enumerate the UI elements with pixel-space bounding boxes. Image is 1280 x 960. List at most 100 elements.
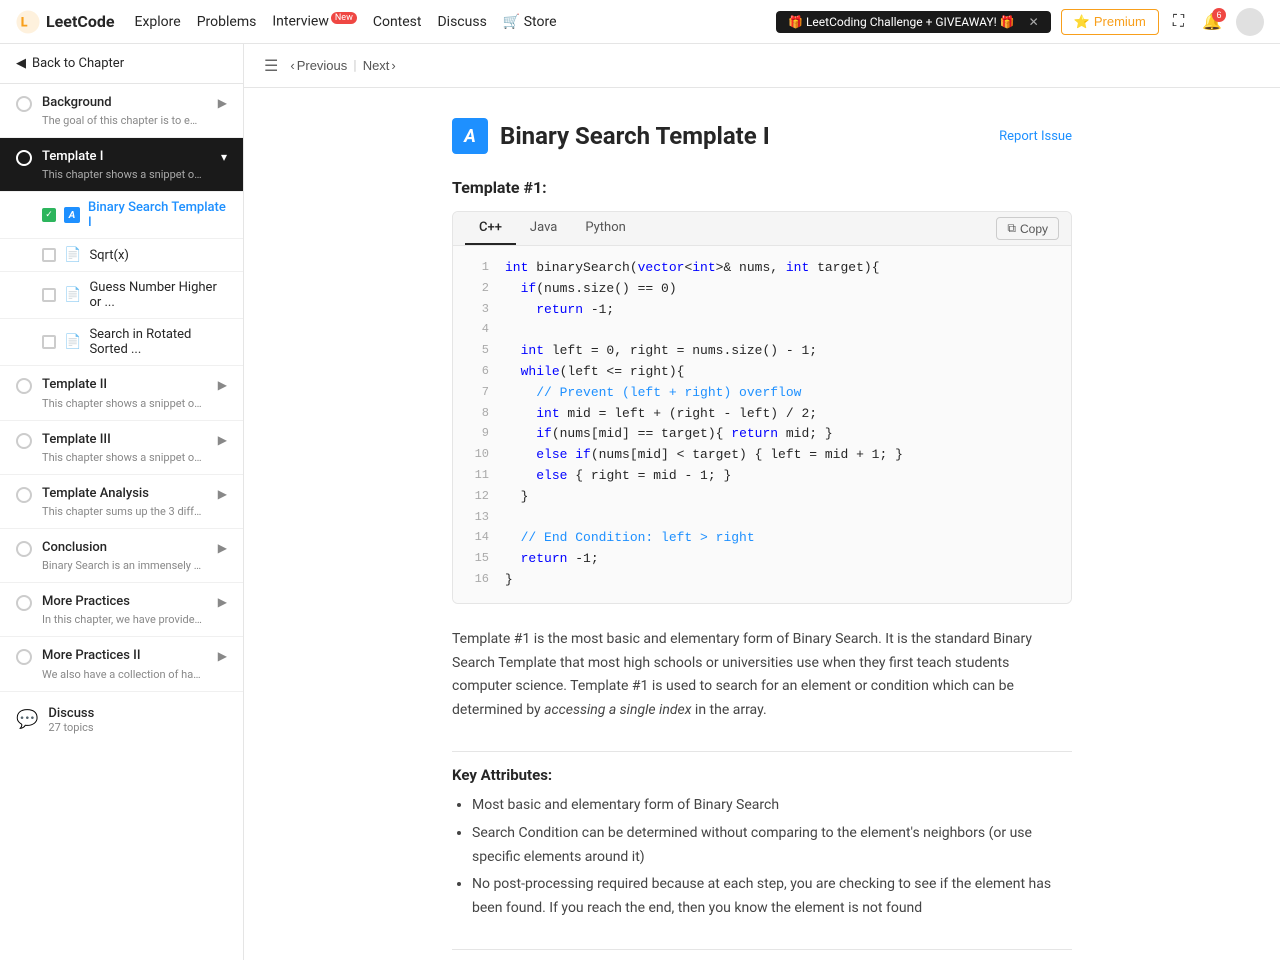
sidebar-item-background[interactable]: Background The goal of this chapter is t… <box>0 84 243 138</box>
hamburger-icon[interactable]: ☰ <box>264 56 278 75</box>
sidebar-item-analysis[interactable]: Template Analysis This chapter sums up t… <box>0 475 243 529</box>
code-editor: 1 int binarySearch(vector<int>& nums, in… <box>453 246 1071 603</box>
leetcode-logo-icon: L <box>16 10 40 34</box>
template1-content: Template I This chapter shows a snippet … <box>42 148 211 181</box>
logo-text: LeetCode <box>46 12 115 31</box>
sidebar-item-practices[interactable]: More Practices In this chapter, we have … <box>0 583 243 637</box>
background-expand-icon: ▶ <box>218 96 227 110</box>
practices2-expand-icon: ▶ <box>218 649 227 663</box>
guess-number-label: Guess Number Higher or ... <box>89 280 227 310</box>
template1-expand-icon: ▾ <box>221 150 227 164</box>
nav-problems[interactable]: Problems <box>197 14 257 30</box>
code-line-9: 9 if(nums[mid] == target){ return mid; } <box>453 424 1071 445</box>
back-to-chapter-button[interactable]: ◀ Back to Chapter <box>0 44 243 84</box>
practices2-content: More Practices II We also have a collect… <box>42 647 208 680</box>
background-subtitle: The goal of this chapter is to ex... <box>42 114 202 127</box>
nav-store[interactable]: 🛒 Store <box>503 14 557 30</box>
nav-contest[interactable]: Contest <box>373 14 422 30</box>
fullscreen-button[interactable]: ⛶ <box>1169 9 1188 35</box>
logo[interactable]: L LeetCode <box>16 10 115 34</box>
search-rotated-doc-icon: 📄 <box>64 334 81 350</box>
sqrt-label: Sqrt(x) <box>89 248 129 263</box>
code-line-3: 3 return -1; <box>453 300 1071 321</box>
nav-divider: | <box>353 58 356 74</box>
analysis-check-icon <box>16 487 32 503</box>
practices2-subtitle: We also have a collection of han... <box>42 668 202 681</box>
analysis-expand-icon: ▶ <box>218 487 227 501</box>
sqrt-doc-icon: 📄 <box>64 247 81 263</box>
notification-badge: 6 <box>1212 8 1226 22</box>
code-line-7: 7 // Prevent (left + right) overflow <box>453 383 1071 404</box>
template2-check-icon <box>16 378 32 394</box>
distinguishing-syntax-section: Distinguishing Syntax: Initial Condition… <box>452 949 1072 960</box>
back-arrow-icon: ◀ <box>16 56 26 71</box>
tab-cpp[interactable]: C++ <box>465 212 516 245</box>
challenge-close-icon[interactable]: ✕ <box>1029 15 1039 29</box>
template2-title: Template II <box>42 376 208 394</box>
code-line-16: 16 } <box>453 570 1071 591</box>
code-line-11: 11 else { right = mid - 1; } <box>453 466 1071 487</box>
previous-button[interactable]: ‹ Previous <box>290 58 347 73</box>
key-attributes-list: Most basic and elementary form of Binary… <box>452 794 1072 921</box>
tab-java[interactable]: Java <box>516 212 571 245</box>
code-line-10: 10 else if(nums[mid] < target) { left = … <box>453 445 1071 466</box>
sub-item-search-rotated[interactable]: 📄 Search in Rotated Sorted ... <box>0 319 243 366</box>
chevron-right-icon: › <box>391 58 395 73</box>
binary-search-a-icon: A <box>64 207 80 223</box>
practices2-title: More Practices II <box>42 647 208 665</box>
sidebar-item-template1[interactable]: Template I This chapter shows a snippet … <box>0 138 243 192</box>
practices-subtitle: In this chapter, we have provided... <box>42 613 202 626</box>
practices2-check-icon <box>16 649 32 665</box>
conclusion-title: Conclusion <box>42 539 208 557</box>
practices-content: More Practices In this chapter, we have … <box>42 593 208 626</box>
practices-check-icon <box>16 595 32 611</box>
page-title-wrap: A Binary Search Template I <box>452 118 770 154</box>
attr-item-3: No post-processing required because at e… <box>472 873 1072 921</box>
sub-item-guess-number[interactable]: 📄 Guess Number Higher or ... <box>0 272 243 319</box>
nav-interview[interactable]: InterviewNew <box>272 13 357 30</box>
challenge-banner[interactable]: 🎁 LeetCoding Challenge + GIVEAWAY! 🎁 ✕ <box>776 11 1051 33</box>
code-line-8: 8 int mid = left + (right - left) / 2; <box>453 404 1071 425</box>
attr-item-2: Search Condition can be determined witho… <box>472 822 1072 870</box>
template2-subtitle: This chapter shows a snippet of... <box>42 397 202 410</box>
notifications-button[interactable]: 🔔 6 <box>1198 8 1226 36</box>
sub-item-sqrt[interactable]: 📄 Sqrt(x) <box>0 239 243 272</box>
svg-text:L: L <box>21 15 28 30</box>
premium-button[interactable]: ⭐ Premium <box>1061 9 1159 35</box>
user-avatar[interactable] <box>1236 8 1264 36</box>
challenge-text: 🎁 LeetCoding Challenge + GIVEAWAY! 🎁 <box>788 15 1015 29</box>
syntax-divider <box>452 949 1072 950</box>
chevron-left-icon: ‹ <box>290 58 294 73</box>
code-tab-bar: C++ Java Python ⧉ Copy <box>453 212 1071 246</box>
code-line-6: 6 while(left <= right){ <box>453 362 1071 383</box>
template2-content: Template II This chapter shows a snippet… <box>42 376 208 409</box>
nav-explore[interactable]: Explore <box>135 14 181 30</box>
sidebar-item-template3[interactable]: Template III This chapter shows a snippe… <box>0 421 243 475</box>
sub-item-binary-search-template1[interactable]: ✓ A Binary Search Template I <box>0 192 243 239</box>
prev-next-nav: ‹ Previous | Next › <box>290 58 395 74</box>
analysis-content: Template Analysis This chapter sums up t… <box>42 485 208 518</box>
template3-subtitle: This chapter shows a snippet of... <box>42 451 202 464</box>
code-line-5: 5 int left = 0, right = nums.size() - 1; <box>453 341 1071 362</box>
fullscreen-icon: ⛶ <box>1173 13 1184 30</box>
search-rotated-check-icon <box>42 335 56 349</box>
template1-title: Template I <box>42 148 211 166</box>
sidebar-item-conclusion[interactable]: Conclusion Binary Search is an immensely… <box>0 529 243 583</box>
template2-expand-icon: ▶ <box>218 378 227 392</box>
page-wrap: ◀ Back to Chapter Background The goal of… <box>0 44 1280 960</box>
code-line-1: 1 int binarySearch(vector<int>& nums, in… <box>453 258 1071 279</box>
sidebar-item-template2[interactable]: Template II This chapter shows a snippet… <box>0 366 243 420</box>
tab-python[interactable]: Python <box>571 212 639 245</box>
next-button[interactable]: Next › <box>363 58 396 73</box>
code-line-2: 2 if(nums.size() == 0) <box>453 279 1071 300</box>
report-issue-link[interactable]: Report Issue <box>999 129 1072 144</box>
copy-button[interactable]: ⧉ Copy <box>996 217 1059 240</box>
guess-number-check-icon <box>42 288 56 302</box>
nav-discuss[interactable]: Discuss <box>437 14 486 30</box>
code-line-4: 4 <box>453 320 1071 341</box>
template3-expand-icon: ▶ <box>218 433 227 447</box>
page-title: Binary Search Template I <box>500 122 770 150</box>
sidebar-item-discuss[interactable]: 💬 Discuss 27 topics <box>0 692 243 748</box>
template-description: Template #1 is the most basic and elemen… <box>452 628 1072 723</box>
sidebar-item-practices2[interactable]: More Practices II We also have a collect… <box>0 637 243 691</box>
